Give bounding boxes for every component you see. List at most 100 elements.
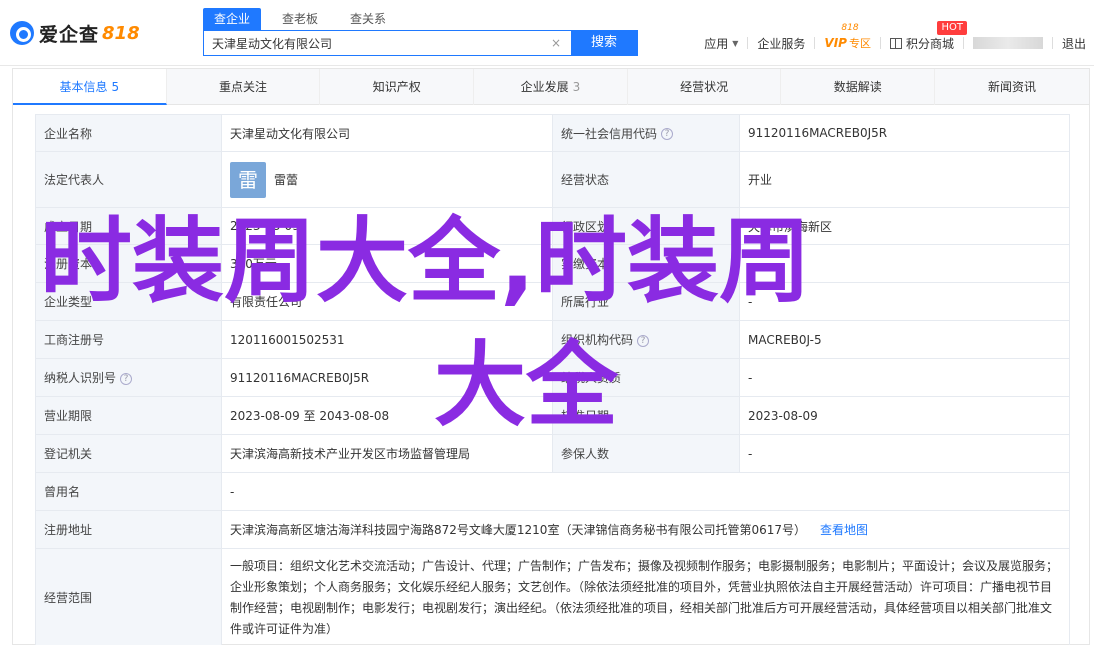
vip-badge: 818 — [841, 23, 859, 33]
detail-tabs: 基本信息 5 重点关注 知识产权 企业发展 3 经营状况 数据解读 新闻资讯 — [13, 69, 1089, 105]
address-value: 天津滨海高新区塘沽海洋科技园宁海路872号文峰大厦1210室（天津锦信商务秘书有… — [230, 523, 806, 537]
points-mall-link[interactable]: 积分商城 HOT — [881, 20, 967, 52]
tab-operation[interactable]: 经营状况 — [628, 69, 782, 105]
reg-capital-label: 注册资本 — [35, 244, 222, 283]
paid-capital-value: - — [739, 244, 1070, 283]
search-tabs: 查企业 查老板 查关系 — [203, 8, 407, 30]
org-code-label: 组织机构代码 — [561, 333, 634, 347]
reg-no-value: 120116001502531 — [221, 320, 553, 359]
points-label: 积分商城 — [905, 36, 954, 51]
logout-label: 退出 — [1061, 36, 1086, 51]
table-row: 曾用名 - — [35, 472, 1070, 511]
org-code-label-cell: 组织机构代码? — [552, 320, 740, 359]
help-icon[interactable]: ? — [120, 372, 133, 385]
avatar — [972, 37, 1043, 49]
tab-label: 数据解读 — [833, 80, 882, 94]
table-row: 注册地址 天津滨海高新区塘沽海洋科技园宁海路872号文峰大厦1210室（天津锦信… — [35, 510, 1070, 549]
taxpayer-qual-label: 纳税人资质 — [552, 358, 740, 397]
help-icon[interactable]: ? — [661, 128, 674, 140]
tab-count: 5 — [111, 80, 120, 94]
search-tab-boss[interactable]: 查老板 — [271, 8, 329, 30]
tab-count: 3 — [572, 80, 581, 94]
table-row: 成立日期 2023-08-09 行政区划 天津市滨海新区 — [35, 207, 1070, 245]
avatar[interactable]: 雷 — [230, 161, 266, 198]
table-row: 营业期限 2023-08-09 至 2043-08-08 核准日期 2023-0… — [35, 396, 1070, 435]
founded-label: 成立日期 — [35, 207, 222, 245]
tab-label: 企业发展 — [520, 80, 569, 94]
term-label: 营业期限 — [35, 396, 222, 435]
apps-menu[interactable]: 应用 ▼ — [695, 35, 747, 52]
search-box: × 搜索 — [203, 30, 638, 56]
tab-ip[interactable]: 知识产权 — [320, 69, 475, 105]
tab-key-focus[interactable]: 重点关注 — [167, 69, 321, 105]
tab-label: 知识产权 — [372, 80, 421, 94]
taxpayer-qual-value: - — [739, 358, 1070, 397]
tax-id-label-cell: 纳税人识别号? — [35, 358, 222, 397]
founded-value: 2023-08-09 — [221, 207, 553, 245]
approved-label: 核准日期 — [552, 396, 740, 435]
tab-basic-info[interactable]: 基本信息 5 — [13, 69, 167, 105]
type-value: 有限责任公司 — [221, 282, 553, 321]
industry-value: - — [739, 282, 1070, 321]
term-value: 2023-08-09 至 2043-08-08 — [221, 396, 553, 435]
table-row: 登记机关 天津滨海高新技术产业开发区市场监督管理局 参保人数 - — [35, 434, 1070, 473]
brand-number: 818 — [102, 22, 140, 44]
industry-label: 所属行业 — [552, 282, 740, 321]
table-row: 法定代表人 雷雷蕾 经营状态 开业 — [35, 151, 1070, 208]
former-name-value: - — [221, 472, 1070, 511]
tab-data-analysis[interactable]: 数据解读 — [781, 69, 936, 105]
tab-development[interactable]: 企业发展 3 — [474, 69, 628, 105]
scope-label: 经营范围 — [35, 548, 222, 645]
scope-value: 一般项目：组织文化艺术交流活动；广告设计、代理；广告制作；广告发布；摄像及视频制… — [221, 548, 1070, 645]
tab-news[interactable]: 新闻资讯 — [935, 69, 1089, 105]
help-icon[interactable]: ? — [637, 334, 650, 347]
table-row: 企业名称 天津星动文化有限公司 统一社会信用代码? 91120116MACREB… — [35, 114, 1070, 152]
logout-link[interactable]: 退出 — [1053, 35, 1094, 52]
apps-label: 应用 — [704, 36, 729, 51]
status-label: 经营状态 — [552, 151, 740, 208]
services-label: 企业服务 — [757, 36, 806, 51]
brand-logo[interactable]: 爱企查 818 — [10, 20, 140, 46]
hot-badge: HOT — [937, 20, 967, 35]
tax-id-value: 91120116MACREB0J5R — [221, 358, 553, 397]
search-tab-relation[interactable]: 查关系 — [339, 8, 397, 30]
table-row: 企业类型 有限责任公司 所属行业 - — [35, 282, 1070, 321]
header-links: 应用 ▼ 企业服务 818 VIP 专区 积分商城 HOT 退出 — [695, 20, 1094, 52]
vip-label: VIP — [824, 36, 847, 50]
clear-icon[interactable]: × — [550, 37, 562, 49]
credit-code-label: 统一社会信用代码 — [561, 126, 658, 141]
services-link[interactable]: 企业服务 — [748, 35, 814, 52]
tab-label: 经营状况 — [680, 80, 729, 94]
search-input[interactable] — [204, 31, 572, 55]
authority-label: 登记机关 — [35, 434, 222, 473]
user-account[interactable] — [964, 37, 1052, 49]
insured-label: 参保人数 — [552, 434, 740, 473]
authority-value: 天津滨海高新技术产业开发区市场监督管理局 — [221, 434, 553, 473]
credit-code-label-cell: 统一社会信用代码? — [552, 114, 740, 152]
tab-label: 基本信息 — [59, 80, 108, 94]
view-map-link[interactable]: 查看地图 — [820, 523, 868, 537]
table-row: 工商注册号 120116001502531 组织机构代码? MACREB0J-5 — [35, 320, 1070, 359]
tax-id-label: 纳税人识别号 — [44, 371, 117, 385]
address-cell: 天津滨海高新区塘沽海洋科技园宁海路872号文峰大厦1210室（天津锦信商务秘书有… — [221, 510, 1070, 549]
address-label: 注册地址 — [35, 510, 222, 549]
search-tab-company[interactable]: 查企业 — [203, 8, 262, 30]
brand-name: 爱企查 — [39, 23, 100, 46]
gift-icon — [889, 37, 902, 49]
status-value: 开业 — [739, 151, 1070, 208]
search-button[interactable]: 搜索 — [571, 30, 637, 56]
credit-code-value: 91120116MACREB0J5R — [739, 114, 1070, 152]
table-row: 注册资本 300万元 实缴资本 - — [35, 244, 1070, 283]
top-header: 爱企查 818 查企业 查老板 查关系 × 搜索 应用 ▼ 企业服务 818 V… — [0, 0, 1094, 66]
vip-link[interactable]: 818 VIP 专区 — [815, 23, 880, 51]
legal-rep-label: 法定代表人 — [35, 151, 222, 208]
basic-info-table: 企业名称 天津星动文化有限公司 统一社会信用代码? 91120116MACREB… — [35, 114, 1070, 645]
tab-label: 重点关注 — [219, 80, 268, 94]
reg-no-label: 工商注册号 — [35, 320, 222, 359]
region-label: 行政区划 — [552, 207, 740, 245]
legal-rep-name[interactable]: 雷蕾 — [274, 173, 298, 187]
paid-capital-label: 实缴资本 — [552, 244, 740, 283]
vip-sub-label: 专区 — [848, 37, 871, 50]
region-value: 天津市滨海新区 — [739, 207, 1070, 245]
table-row: 经营范围 一般项目：组织文化艺术交流活动；广告设计、代理；广告制作；广告发布；摄… — [35, 548, 1070, 645]
